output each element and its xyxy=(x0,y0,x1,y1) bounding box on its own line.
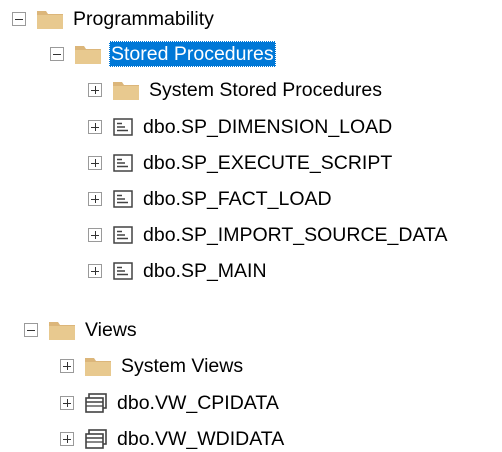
expand-icon[interactable] xyxy=(88,228,102,242)
tree-node-vw-wdidata[interactable]: dbo.VW_WDIDATA xyxy=(60,424,286,452)
expand-icon[interactable] xyxy=(88,156,102,170)
collapse-icon[interactable] xyxy=(24,323,38,337)
tree-node-label: dbo.SP_DIMENSION_LOAD xyxy=(143,116,393,138)
folder-icon xyxy=(112,79,140,101)
stored-procedure-icon xyxy=(112,189,134,209)
stored-procedure-icon xyxy=(112,117,134,137)
stored-procedure-icon xyxy=(112,261,134,281)
stored-procedure-icon xyxy=(112,153,134,173)
tree-node-system-views[interactable]: System Views xyxy=(60,351,245,381)
tree-node-label: Programmability xyxy=(73,8,214,30)
tree-node-sp-import-source-data[interactable]: dbo.SP_IMPORT_SOURCE_DATA xyxy=(88,220,450,250)
expand-icon[interactable] xyxy=(88,83,102,97)
tree-node-sp-main[interactable]: dbo.SP_MAIN xyxy=(88,256,269,286)
object-explorer-tree: Programmability Stored Procedures System… xyxy=(0,0,502,452)
tree-node-vw-cpidata[interactable]: dbo.VW_CPIDATA xyxy=(60,388,281,418)
tree-node-system-stored-procedures[interactable]: System Stored Procedures xyxy=(88,75,384,105)
tree-node-label: dbo.SP_EXECUTE_SCRIPT xyxy=(143,152,393,174)
collapse-icon[interactable] xyxy=(50,47,64,61)
stored-procedure-icon xyxy=(112,225,134,245)
tree-node-label: dbo.SP_FACT_LOAD xyxy=(143,188,332,210)
tree-node-label: System Views xyxy=(121,355,244,377)
expand-icon[interactable] xyxy=(88,264,102,278)
folder-icon xyxy=(36,8,64,30)
tree-node-label: Stored Procedures xyxy=(109,41,276,67)
tree-node-label: dbo.VW_WDIDATA xyxy=(117,428,285,450)
tree-node-programmability[interactable]: Programmability xyxy=(12,4,216,34)
tree-node-sp-fact-load[interactable]: dbo.SP_FACT_LOAD xyxy=(88,184,334,214)
expand-icon[interactable] xyxy=(60,396,74,410)
view-icon xyxy=(84,428,108,450)
tree-node-label: dbo.SP_MAIN xyxy=(143,260,267,282)
folder-icon xyxy=(84,355,112,377)
view-icon xyxy=(84,392,108,414)
expand-icon[interactable] xyxy=(88,120,102,134)
folder-icon xyxy=(48,319,76,341)
tree-node-label: Views xyxy=(85,319,137,341)
tree-node-sp-execute-script[interactable]: dbo.SP_EXECUTE_SCRIPT xyxy=(88,148,394,178)
tree-node-sp-dimension-load[interactable]: dbo.SP_DIMENSION_LOAD xyxy=(88,112,394,142)
expand-icon[interactable] xyxy=(60,359,74,373)
folder-icon xyxy=(74,43,102,65)
tree-node-label: dbo.VW_CPIDATA xyxy=(117,392,279,414)
expand-icon[interactable] xyxy=(60,432,74,446)
expand-icon[interactable] xyxy=(88,192,102,206)
collapse-icon[interactable] xyxy=(12,12,26,26)
tree-node-views[interactable]: Views xyxy=(24,315,139,345)
tree-node-stored-procedures[interactable]: Stored Procedures xyxy=(50,39,276,69)
tree-node-label: System Stored Procedures xyxy=(149,79,383,101)
tree-node-label: dbo.SP_IMPORT_SOURCE_DATA xyxy=(143,224,448,246)
